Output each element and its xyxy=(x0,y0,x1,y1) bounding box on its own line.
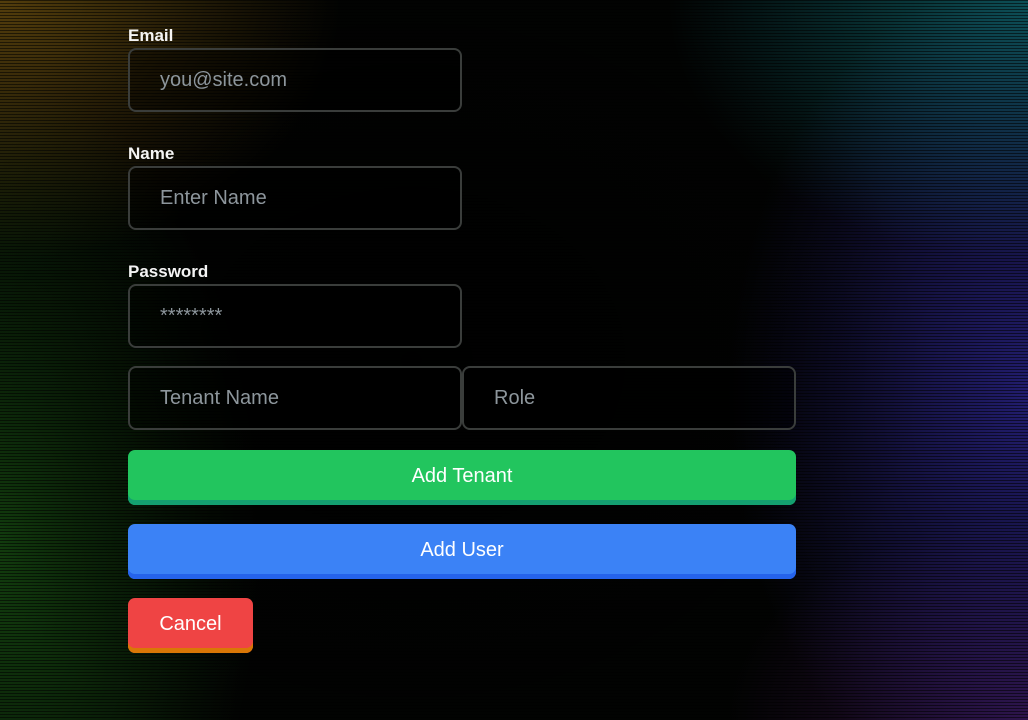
password-label: Password xyxy=(128,262,209,281)
name-input[interactable] xyxy=(128,166,462,230)
name-label: Name xyxy=(128,144,175,163)
add-tenant-button[interactable]: Add Tenant xyxy=(128,450,796,505)
role-input[interactable] xyxy=(462,366,796,430)
tenant-name-input[interactable] xyxy=(128,366,462,430)
tenant-role-row xyxy=(128,366,796,430)
user-form: Email Name Password Add Tenant Add User … xyxy=(128,24,796,653)
cancel-button[interactable]: Cancel xyxy=(128,598,253,653)
email-label: Email xyxy=(128,26,174,45)
password-input[interactable] xyxy=(128,284,462,348)
email-input[interactable] xyxy=(128,48,462,112)
add-user-button[interactable]: Add User xyxy=(128,524,796,579)
